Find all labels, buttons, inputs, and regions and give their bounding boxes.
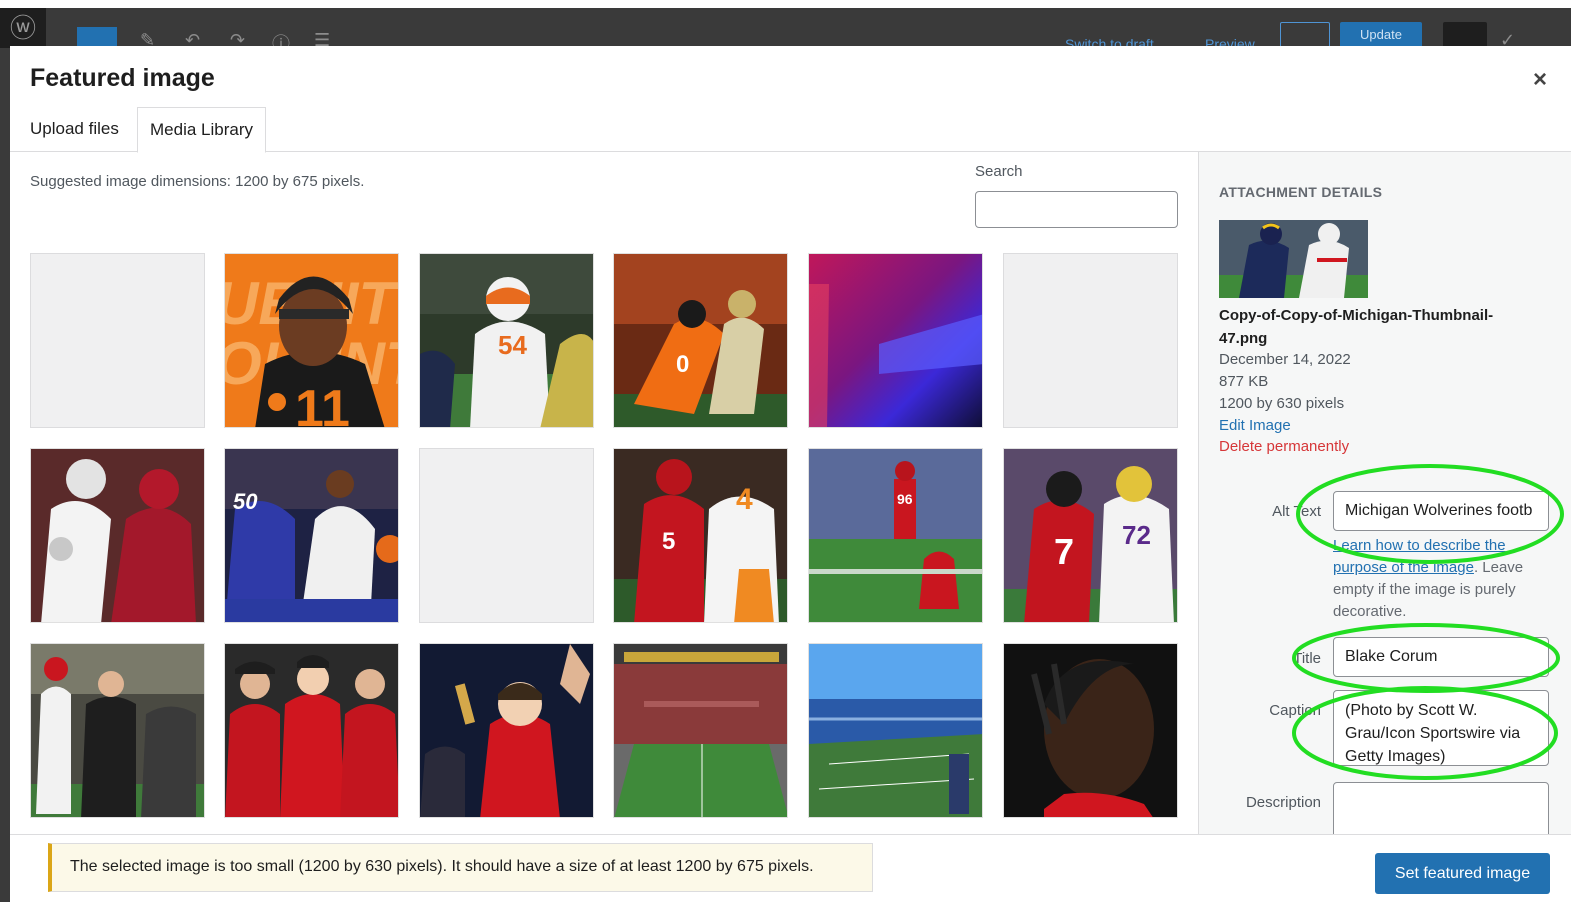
media-thumbnail[interactable]: 5 4 bbox=[613, 448, 788, 623]
modal-tabs: Upload files Media Library bbox=[10, 107, 1571, 153]
media-thumbnail-blank[interactable] bbox=[419, 448, 594, 623]
svg-text:4: 4 bbox=[736, 483, 753, 516]
settings-gear-button[interactable] bbox=[1443, 22, 1487, 48]
search-label: Search bbox=[975, 163, 1023, 180]
media-thumbnail[interactable]: UEHITTE OLUNTEE 11 bbox=[224, 253, 399, 428]
football-red-white-players-icon bbox=[31, 449, 204, 622]
stadium-aerial-blue-seats-icon bbox=[809, 644, 982, 817]
media-thumbnail[interactable] bbox=[224, 643, 399, 818]
media-thumbnail[interactable] bbox=[808, 253, 983, 428]
tab-upload-files[interactable]: Upload files bbox=[18, 107, 131, 152]
top-white-strip bbox=[0, 0, 1571, 8]
player-portrait-dark-icon bbox=[1004, 644, 1177, 817]
fans-celebrating-icon bbox=[420, 644, 593, 817]
caption-label: Caption bbox=[1269, 702, 1321, 719]
caption-textarea[interactable]: (Photo by Scott W. Grau/Icon Sportswire … bbox=[1333, 690, 1549, 766]
media-thumbnail-blank[interactable] bbox=[1003, 253, 1178, 428]
delete-permanently-link[interactable]: Delete permanently bbox=[1219, 438, 1349, 455]
update-button[interactable]: Update bbox=[1340, 22, 1422, 48]
editor-top-bar: ⓦ ✎ ↶ ↷ ⓘ ☰ Switch to draft Preview Upda… bbox=[0, 0, 1571, 48]
svg-text:7: 7 bbox=[1054, 531, 1074, 572]
media-thumbnail[interactable]: 54 bbox=[419, 253, 594, 428]
football-tackle-orange-icon: 0 bbox=[614, 254, 787, 427]
close-icon[interactable]: × bbox=[1533, 66, 1547, 94]
football-runner-red-7-icon: 7 72 bbox=[1004, 449, 1177, 622]
edit-image-link[interactable]: Edit Image bbox=[1219, 417, 1291, 434]
alt-text-help: Learn how to describe the purpose of the… bbox=[1333, 535, 1543, 623]
basketball-players-icon: 50 bbox=[225, 449, 398, 622]
michigan-football-thumbnail-icon bbox=[1219, 220, 1368, 298]
title-input[interactable]: Blake Corum bbox=[1333, 637, 1549, 677]
tab-media-library[interactable]: Media Library bbox=[137, 107, 266, 153]
attachment-details-heading: ATTACHMENT DETAILS bbox=[1219, 184, 1383, 200]
media-grid: UEHITTE OLUNTEE 11 54 bbox=[30, 253, 1180, 835]
media-thumbnail[interactable]: 7 72 bbox=[1003, 448, 1178, 623]
media-thumbnail[interactable] bbox=[613, 643, 788, 818]
media-thumbnail[interactable]: 96 bbox=[808, 448, 983, 623]
description-textarea[interactable] bbox=[1333, 782, 1549, 834]
media-frame-toolbar: The selected image is too small (1200 by… bbox=[10, 834, 1571, 902]
attachment-filename: Copy-of-Copy-of-Michigan-Thumbnail-47.pn… bbox=[1219, 307, 1494, 347]
add-block-button[interactable] bbox=[77, 27, 117, 48]
attachment-details-sidebar: ATTACHMENT DETAILS Copy-of-Copy-of-Michi… bbox=[1198, 152, 1571, 834]
alt-text-label: Alt Text bbox=[1272, 503, 1321, 520]
svg-text:11: 11 bbox=[295, 380, 350, 428]
svg-text:50: 50 bbox=[233, 489, 258, 514]
wordpress-logo-icon[interactable]: ⓦ bbox=[0, 8, 46, 48]
attachment-size: 877 KB bbox=[1219, 373, 1269, 390]
svg-text:72: 72 bbox=[1122, 520, 1151, 550]
image-too-small-notice: The selected image is too small (1200 by… bbox=[48, 843, 873, 892]
svg-text:54: 54 bbox=[498, 330, 527, 360]
suggested-dimensions-text: Suggested image dimensions: 1200 by 675 … bbox=[30, 173, 365, 190]
attachment-thumbnail bbox=[1219, 220, 1368, 298]
football-red-and-orange-icon: 5 4 bbox=[614, 449, 787, 622]
description-label: Description bbox=[1245, 794, 1321, 811]
modal-backdrop bbox=[0, 48, 10, 902]
media-thumbnail[interactable]: 50 bbox=[224, 448, 399, 623]
view-post-button[interactable] bbox=[1280, 22, 1330, 48]
media-thumbnail[interactable] bbox=[808, 643, 983, 818]
football-kicker-field-icon: 96 bbox=[809, 449, 982, 622]
media-thumbnail-blank[interactable] bbox=[30, 253, 205, 428]
media-thumbnail[interactable]: 0 bbox=[613, 253, 788, 428]
svg-text:96: 96 bbox=[897, 491, 913, 507]
football-player-orange-jersey-icon: UEHITTE OLUNTEE 11 bbox=[225, 254, 398, 428]
alt-text-input[interactable]: Michigan Wolverines footb bbox=[1333, 491, 1549, 531]
attachment-date: December 14, 2022 bbox=[1219, 351, 1351, 368]
media-thumbnail[interactable] bbox=[30, 643, 205, 818]
stadium-interior-icon bbox=[614, 644, 787, 817]
title-label: Title bbox=[1293, 650, 1321, 667]
featured-image-modal: Featured image × Upload files Media Libr… bbox=[10, 46, 1571, 902]
football-linemen-icon: 54 bbox=[420, 254, 593, 427]
svg-text:5: 5 bbox=[662, 528, 675, 555]
team-celebration-icon bbox=[225, 644, 398, 817]
attachment-dimensions: 1200 by 630 pixels bbox=[1219, 395, 1345, 412]
set-featured-image-button[interactable]: Set featured image bbox=[1375, 853, 1550, 894]
media-thumbnail[interactable] bbox=[30, 448, 205, 623]
pink-blue-blur-icon bbox=[809, 254, 982, 427]
search-input[interactable] bbox=[975, 191, 1178, 228]
coach-sideline-icon bbox=[31, 644, 204, 817]
modal-title: Featured image bbox=[30, 64, 215, 92]
media-thumbnail[interactable] bbox=[1003, 643, 1178, 818]
svg-text:0: 0 bbox=[676, 351, 689, 378]
media-thumbnail[interactable] bbox=[419, 643, 594, 818]
